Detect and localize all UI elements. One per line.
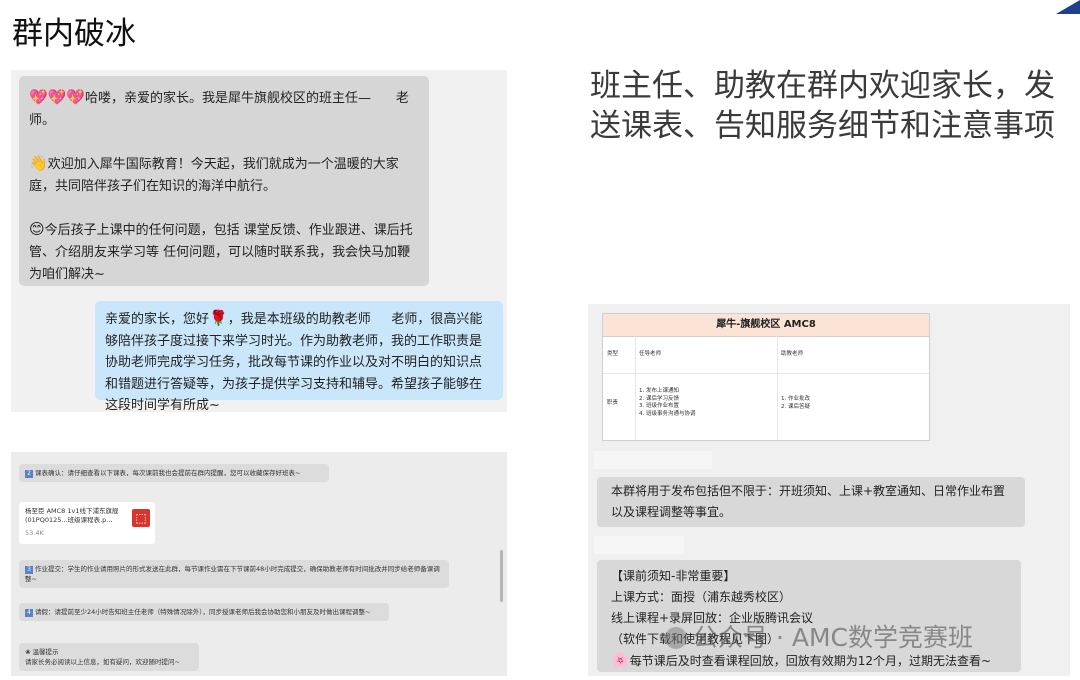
wave-emoji-icon: 👋: [29, 154, 48, 172]
pre-class-notice: 【课前须知-非常重要】 上课方式：面授（浦东越秀校区） 线上课程+录屏回放：企业…: [597, 560, 1021, 672]
flower-icon: ❀: [25, 648, 31, 656]
wechat-account-icon: [665, 627, 687, 649]
homework-submit-message: 3 作业提交：学生的作业请用照片的形式发送在此群，每节课作业需在下节课前48小时完…: [19, 560, 449, 588]
right-heading: 班主任、助教在群内欢迎家长，发送课表、告知服务细节和注意事项: [590, 68, 1055, 144]
rose-emoji-icon: 🌹: [209, 309, 228, 327]
wechat-schedule-screenshot: 2 课表确认：请仔细查看以下课表，每次课前我也会提前在群内提醒，您可以收藏保存好班…: [11, 452, 507, 676]
schedule-pdf-file[interactable]: 杨至臣 AMC8 1v1线下浦东旗舰(01PQ0125...班级课程表.p...…: [19, 502, 155, 544]
table-row: 职责 1. 发布上课通知 2. 课后学习反馈 3. 班级作业布置 4. 班级事务…: [607, 388, 810, 417]
flower-emoji-icon: 🌸: [611, 651, 630, 669]
teacher-welcome-message: 💖💖💖哈喽，亲爱的家长。我是犀牛旗舰校区的班主任— 老 师。 👋欢迎加入犀牛国际…: [19, 76, 429, 286]
schedule-confirm-message: 2 课表确认：请仔细查看以下课表，每次课前我也会提前在群内提醒，您可以收藏保存好班…: [19, 464, 329, 482]
smile-emoji-icon: 😊: [29, 220, 45, 238]
table-header-row: 类型 任导老师 助教老师: [603, 337, 929, 374]
table-title: 犀牛-旗舰校区 AMC8: [603, 314, 929, 337]
number-badge: 2: [25, 470, 33, 478]
sender-name-placeholder: [594, 536, 684, 554]
pdf-icon: ⬚: [132, 509, 150, 527]
corner-decoration: [1056, 0, 1080, 14]
warm-tip-message: ❀ 温馨提示 请家长务必阅读以上信息，如有疑问，欢迎随时提问~: [19, 643, 199, 671]
watermark: 公众号 · AMC数学竞赛班: [665, 618, 973, 654]
heart-emoji-icon: 💖💖💖: [29, 88, 86, 106]
wechat-chat-screenshot: 💖💖💖哈喽，亲爱的家长。我是犀牛旗舰校区的班主任— 老 师。 👋欢迎加入犀牛国际…: [11, 70, 507, 413]
group-purpose-notice: 本群将用于发布包括但不限于：开班须知、上课+教室通知、日常作业布置以及课程调整等…: [597, 477, 1025, 527]
number-badge: 3: [25, 566, 33, 574]
slide-title: 群内破冰: [12, 16, 136, 52]
scrollbar[interactable]: [500, 550, 503, 602]
sender-name-placeholder: [594, 451, 712, 469]
leave-request-message: 4 请假：请提前至少24小时告知班主任老师（特殊情况除外），同步授课老师后我会协助…: [19, 603, 389, 621]
duty-table: 犀牛-旗舰校区 AMC8 类型 任导老师 助教老师 职责 1. 发布上课通知 2…: [602, 313, 930, 441]
number-badge: 4: [25, 609, 33, 617]
assistant-welcome-message: 亲爱的家长，您好🌹，我是本班级的助教老师 老师，很高兴能够陪伴孩子度过接下来学习…: [95, 301, 503, 413]
